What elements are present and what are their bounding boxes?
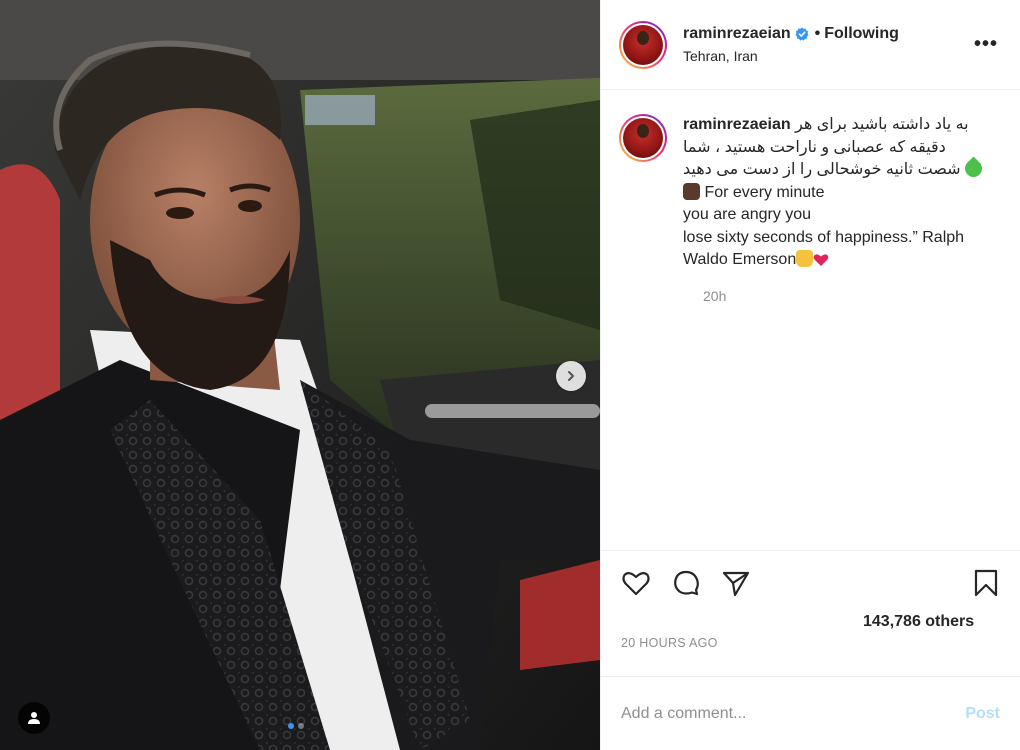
caption-text-en-1: For every minute [704,183,825,201]
caption-username[interactable]: raminrezaeian [683,116,791,133]
bookmark-icon[interactable] [971,568,1001,598]
heart-icon[interactable] [621,568,651,598]
verified-badge-icon [795,27,809,41]
comment-input[interactable] [621,704,966,723]
carousel-indicator [288,723,304,729]
post-photo [0,0,600,750]
caption: raminrezaeian به یاد داشته باشید برای هر… [683,114,993,272]
thumbs-up-emoji-icon [796,250,814,267]
story-ring[interactable] [619,20,667,69]
paper-plane-icon[interactable] [721,568,751,598]
post-header: raminrezaeian • Following Tehran, Iran •… [601,0,1020,90]
green-heart-emoji-icon [961,156,986,181]
caption-text-en-3: lose sixty seconds of happiness.” Ralph [683,228,965,246]
location-link[interactable]: Tehran, Iran [683,48,899,64]
carousel-dot-active [288,723,294,729]
post-media [0,0,600,750]
post-comment-button[interactable]: Post [965,705,1000,723]
avatar[interactable] [623,24,663,65]
username-link[interactable]: raminrezaeian [683,25,791,43]
instagram-post: raminrezaeian • Following Tehran, Iran •… [0,0,1020,750]
separator-dot: • [814,25,821,42]
more-horizontal-icon: ••• [973,33,998,55]
post-side-panel: raminrezaeian • Following Tehran, Iran •… [600,0,1020,750]
red-heart-emoji-icon [813,254,829,266]
chevron-right-icon [568,371,574,381]
carousel-dot [298,723,304,729]
tagged-users-button[interactable] [18,702,50,734]
caption-avatar[interactable] [623,118,663,158]
user-tag-icon [28,712,40,724]
comment-icon[interactable] [671,568,701,598]
likes-count[interactable]: 143,786 others [863,613,974,631]
post-timestamp[interactable]: 20 HOURS AGO [601,636,1020,676]
post-actions: 143,786 others [601,550,1020,636]
caption-time[interactable]: 20h [703,288,1002,304]
caption-row: raminrezaeian به یاد داشته باشید برای هر… [619,114,1002,272]
comments-area: raminrezaeian به یاد داشته باشید برای هر… [601,90,1020,550]
caption-story-ring[interactable] [619,114,667,162]
raised-fist-emoji-icon [683,182,700,200]
following-button[interactable]: Following [824,25,899,43]
caption-text-en-2: you are angry you [683,206,812,223]
comment-form: Post [601,676,1020,750]
caption-text-en-4: Waldo Emerson [683,251,797,268]
carousel-next-button[interactable] [556,361,586,391]
